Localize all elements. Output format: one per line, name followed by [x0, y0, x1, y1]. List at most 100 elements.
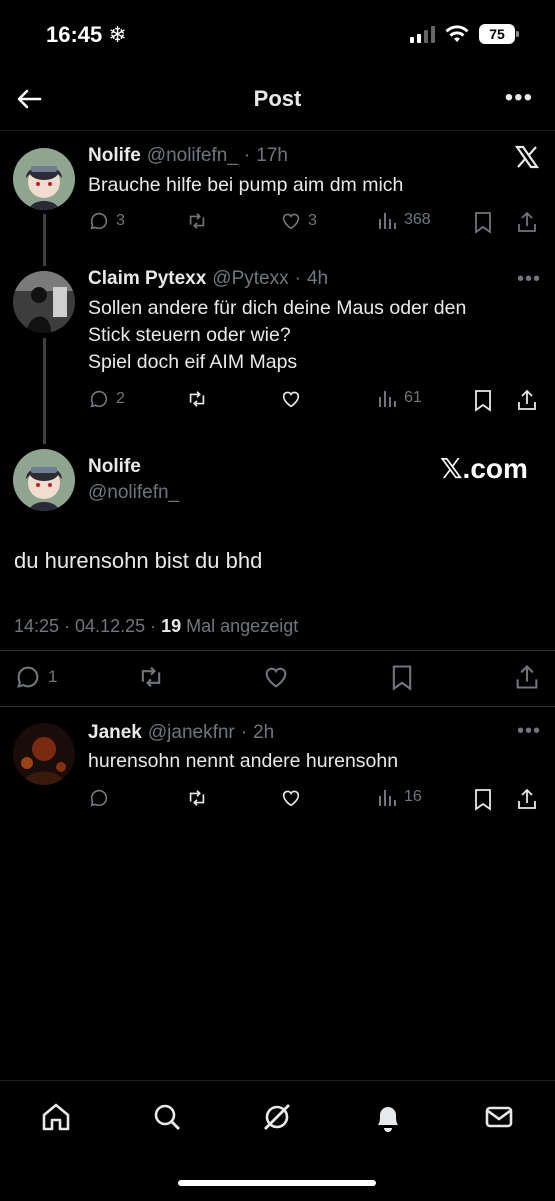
share-icon[interactable] — [516, 388, 538, 412]
views-icon — [379, 213, 396, 229]
separator: · — [240, 722, 248, 743]
repost-button[interactable] — [185, 388, 209, 410]
reply-icon — [90, 390, 108, 408]
reply-count: 1 — [48, 667, 58, 686]
view-count: 16 — [404, 788, 422, 805]
repost-button[interactable] — [185, 210, 209, 232]
reply-count: 3 — [116, 212, 125, 229]
reply-text: hurensohn nennt andere hurensohn — [88, 750, 399, 772]
like-button[interactable] — [280, 388, 302, 410]
separator: · — [294, 268, 301, 289]
more-icon[interactable]: ••• — [505, 84, 533, 112]
snowflake-icon: ❄ — [108, 22, 127, 47]
author-name[interactable]: Nolife — [88, 145, 141, 167]
post-timestamp: 14:25 · 04.12.25 · 19 Mal angezeigt — [14, 616, 298, 637]
avatar[interactable] — [13, 449, 75, 511]
like-icon — [282, 213, 300, 230]
reply-count: 2 — [116, 390, 125, 407]
battery-indicator: 75 — [479, 24, 519, 44]
like-count: 3 — [308, 212, 317, 229]
post-text-line: Stick steuern oder wie? — [88, 324, 291, 346]
post-text: Sollen andere für dich deine Maus oder d… — [88, 295, 466, 376]
action-bar: 16 — [88, 787, 543, 813]
views-button[interactable]: 16 — [378, 787, 422, 807]
author-handle[interactable]: @Pytexx — [212, 268, 288, 290]
signal-icon — [410, 25, 435, 43]
view-count: 368 — [404, 211, 431, 228]
like-icon[interactable] — [262, 663, 290, 691]
author-name[interactable]: Nolife — [88, 456, 141, 478]
views-button[interactable]: 61 — [378, 388, 422, 408]
reply-button[interactable]: 2 — [88, 388, 125, 410]
repost-icon[interactable] — [136, 663, 166, 691]
post-text-line: Spiel doch eif AIM Maps — [88, 351, 298, 373]
action-bar: 3 3 368 — [88, 210, 543, 236]
main-post-text: du hurensohn bist du bhd — [14, 548, 263, 573]
post-text: Brauche hilfe bei pump aim dm mich — [88, 174, 404, 196]
messages-icon[interactable] — [483, 1101, 515, 1133]
view-count: 19 — [161, 616, 182, 636]
header-divider — [0, 130, 555, 131]
share-icon[interactable] — [516, 210, 538, 234]
wifi-icon — [445, 25, 469, 42]
author-name[interactable]: Janek — [88, 722, 142, 744]
like-icon[interactable] — [280, 787, 302, 809]
bookmark-icon[interactable] — [472, 210, 494, 234]
post-time: 2h — [253, 722, 275, 743]
more-icon[interactable]: ••• — [517, 268, 541, 291]
view-label: Mal angezeigt — [181, 616, 299, 636]
like-button[interactable]: 3 — [280, 210, 317, 232]
post-time: 4h — [306, 268, 329, 289]
reply-button[interactable]: 1 — [14, 663, 57, 691]
views-button[interactable]: 368 — [378, 210, 431, 230]
top-bar: Post ••• — [0, 70, 555, 128]
views-icon — [379, 790, 396, 806]
share-icon[interactable] — [516, 787, 538, 811]
share-icon[interactable] — [514, 663, 540, 691]
timestamp-text: 14:25 · 04.12.25 · — [14, 616, 162, 636]
bookmark-icon[interactable] — [472, 787, 494, 811]
view-count: 61 — [404, 389, 422, 406]
thread-line — [43, 214, 46, 266]
author-handle[interactable]: @janekfnr — [148, 722, 235, 744]
reply-icon — [90, 212, 108, 230]
home-icon[interactable] — [40, 1101, 72, 1133]
author-handle[interactable]: @nolifefn_ — [147, 145, 238, 167]
status-icons: 75 — [410, 24, 519, 44]
notifications-icon[interactable] — [372, 1101, 404, 1135]
separator: · — [243, 145, 251, 166]
repost-icon — [189, 213, 205, 229]
reply-icon — [17, 666, 39, 688]
divider — [0, 650, 555, 651]
action-bar: 2 61 — [88, 388, 543, 414]
x-logo-icon — [514, 145, 540, 169]
like-icon — [282, 391, 300, 408]
divider — [0, 706, 555, 707]
grok-icon[interactable] — [261, 1101, 293, 1133]
post-meta: Claim Pytexx @Pytexx · 4h — [88, 268, 328, 290]
search-icon[interactable] — [151, 1101, 183, 1133]
bookmark-icon[interactable] — [389, 663, 415, 691]
home-indicator — [178, 1180, 376, 1186]
bookmark-icon[interactable] — [472, 388, 494, 412]
thread-line — [43, 338, 46, 444]
author-handle[interactable]: @nolifefn_ — [88, 482, 179, 504]
page-title: Post — [253, 86, 302, 111]
post-meta: Janek @janekfnr · 2h — [88, 722, 274, 744]
post-time: 17h — [256, 145, 288, 166]
more-icon[interactable]: ••• — [517, 720, 541, 743]
post-text-line: Sollen andere für dich deine Maus oder d… — [88, 297, 467, 319]
status-time: 16:45 ❄ — [46, 22, 127, 47]
author-name[interactable]: Claim Pytexx — [88, 268, 206, 290]
avatar[interactable] — [13, 271, 75, 333]
repost-icon — [189, 391, 205, 407]
avatar[interactable] — [13, 723, 75, 785]
reply-button[interactable]: 3 — [88, 210, 125, 232]
views-icon — [379, 391, 396, 407]
post-meta: Nolife @nolifefn_ · 17h — [88, 145, 288, 167]
avatar[interactable] — [13, 148, 75, 210]
repost-icon[interactable] — [185, 787, 209, 809]
x-watermark: 𝕏.com — [440, 453, 528, 484]
main-action-bar: 1 — [14, 663, 544, 693]
reply-icon[interactable] — [88, 787, 110, 809]
